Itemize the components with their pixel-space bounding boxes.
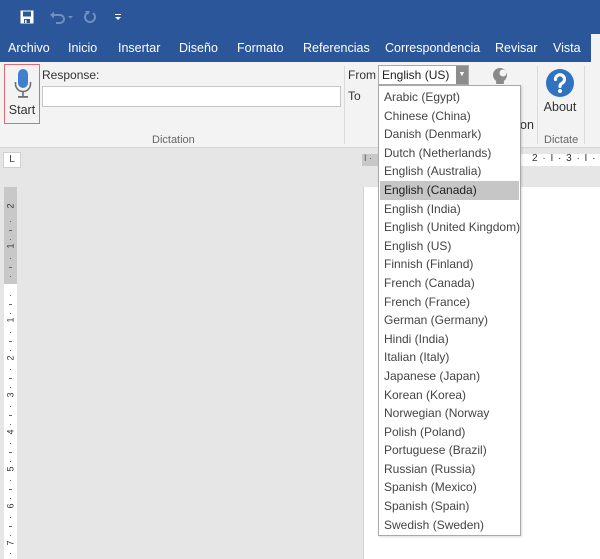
language-option[interactable]: Portuguese (Brazil) xyxy=(380,441,519,460)
language-option-highlighted[interactable]: English (Canada) xyxy=(380,180,519,200)
language-option[interactable]: Korean (Korea) xyxy=(380,386,519,405)
language-option[interactable]: German (Germany) xyxy=(380,311,519,330)
ruler-dot xyxy=(10,369,11,370)
tab-insertar[interactable]: Insertar xyxy=(118,34,160,62)
ruler-tick xyxy=(9,452,12,453)
response-label: Response: xyxy=(42,68,100,82)
language-option[interactable]: English (United Kingdom) xyxy=(380,218,520,237)
language-option[interactable]: English (Australia) xyxy=(380,162,519,181)
redo-button[interactable] xyxy=(82,7,98,27)
ruler-dot xyxy=(10,406,11,407)
tab-formato[interactable]: Formato xyxy=(237,34,284,62)
translation-icon xyxy=(493,68,507,84)
language-option[interactable]: Japanese (Japan) xyxy=(380,367,519,386)
dictation-group-label: Dictation xyxy=(152,134,195,146)
vertical-ruler[interactable]: 2 1 1 2 3 4 5 6 7 xyxy=(4,187,17,559)
language-option[interactable]: English (India) xyxy=(380,200,519,219)
undo-button[interactable] xyxy=(48,7,76,27)
ruler-tick xyxy=(9,341,12,342)
ruler-dot xyxy=(10,553,11,554)
language-option[interactable]: English (US) xyxy=(380,237,519,256)
help-icon xyxy=(546,69,574,97)
translation-button-label[interactable]: on xyxy=(520,118,534,132)
response-field[interactable] xyxy=(42,86,341,107)
ruler-number: 2 xyxy=(5,355,16,361)
ruler-ticks: 2 · I · 3 · I · xyxy=(532,153,597,164)
start-label: Start xyxy=(8,103,36,117)
language-option[interactable]: Dutch (Netherlands) xyxy=(380,144,519,163)
dictate-group-label: Dictate xyxy=(544,134,579,146)
ruler-number: 2 xyxy=(5,203,16,209)
tab-revisar[interactable]: Revisar xyxy=(495,34,537,62)
ruler-number: 4 xyxy=(5,429,16,435)
language-option[interactable]: Finnish (Finland) xyxy=(380,255,519,274)
ruler-dot xyxy=(10,276,11,277)
language-option[interactable]: Italian (Italy) xyxy=(380,348,519,367)
ruler-tick xyxy=(9,415,12,416)
from-language-value: English (US) xyxy=(382,68,450,82)
about-button[interactable]: About xyxy=(540,66,580,126)
ruler-tick xyxy=(9,489,12,490)
group-divider xyxy=(344,66,345,144)
tab-archivo[interactable]: Archivo xyxy=(8,34,50,62)
ribbon-tab-bar: Archivo Inicio Insertar Diseño Formato R… xyxy=(0,34,600,62)
ruler-dot xyxy=(10,332,11,333)
microphone-icon xyxy=(14,69,32,98)
ruler-dot xyxy=(10,443,11,444)
ruler-tick xyxy=(9,526,12,527)
ruler-number: 1 xyxy=(5,243,16,249)
customize-qat-button[interactable] xyxy=(112,7,124,27)
tab-diseno[interactable]: Diseño xyxy=(179,34,218,62)
tab-active-addin[interactable] xyxy=(591,34,600,62)
language-option[interactable]: Arabic (Egypt) xyxy=(380,88,519,107)
ruler-tick xyxy=(9,378,12,379)
ruler-number: 7 xyxy=(5,540,16,546)
ruler-dot xyxy=(10,295,11,296)
ruler-ticks-left: I · xyxy=(364,153,372,163)
language-dropdown-list[interactable]: Arabic (Egypt) Chinese (China) Danish (D… xyxy=(378,85,521,536)
about-label: About xyxy=(543,100,577,114)
ruler-tick xyxy=(9,304,12,305)
ruler-dot xyxy=(10,480,11,481)
customize-qat-icon xyxy=(115,14,121,20)
language-option[interactable]: Hindi (India) xyxy=(380,330,519,349)
tab-inicio[interactable]: Inicio xyxy=(68,34,97,62)
ruler-number: 3 xyxy=(5,392,16,398)
language-option[interactable]: French (France) xyxy=(380,293,519,312)
language-option[interactable]: Spanish (Spain) xyxy=(380,497,519,516)
ruler-tick xyxy=(9,267,12,268)
title-bar xyxy=(0,0,600,34)
save-icon xyxy=(20,10,34,24)
language-option[interactable]: Spanish (Mexico) xyxy=(380,478,519,497)
language-option[interactable]: Danish (Denmark) xyxy=(380,125,519,144)
language-option[interactable]: French (Canada) xyxy=(380,274,519,293)
language-option[interactable]: Polish (Poland) xyxy=(380,423,519,442)
tab-correspondencia[interactable]: Correspondencia xyxy=(385,34,480,62)
language-option[interactable]: Chinese (China) xyxy=(380,107,519,126)
ruler-tick xyxy=(9,230,12,231)
ruler-number: 6 xyxy=(5,503,16,509)
chevron-down-icon[interactable]: ▼ xyxy=(456,66,468,84)
group-divider xyxy=(537,66,538,144)
ruler-number: 1 xyxy=(5,317,16,323)
language-option[interactable]: Norwegian (Norway xyxy=(380,404,519,423)
ruler-dot xyxy=(10,258,11,259)
redo-icon xyxy=(84,11,96,23)
save-button[interactable] xyxy=(18,7,36,27)
ruler-dot xyxy=(10,517,11,518)
ruler-dot xyxy=(10,221,11,222)
group-divider xyxy=(584,66,585,144)
from-language-select[interactable]: English (US) ▼ xyxy=(378,65,469,85)
tab-stop-selector[interactable]: L xyxy=(3,152,21,168)
language-option[interactable]: Swedish (Sweden) xyxy=(380,516,519,535)
ruler-number: 5 xyxy=(5,466,16,472)
language-option[interactable]: Russian (Russia) xyxy=(380,460,519,479)
undo-icon xyxy=(50,11,73,24)
tab-vista[interactable]: Vista xyxy=(553,34,581,62)
tab-referencias[interactable]: Referencias xyxy=(303,34,370,62)
to-label: To xyxy=(348,89,361,103)
from-label: From xyxy=(348,68,376,82)
start-dictation-button[interactable]: Start xyxy=(4,64,40,124)
